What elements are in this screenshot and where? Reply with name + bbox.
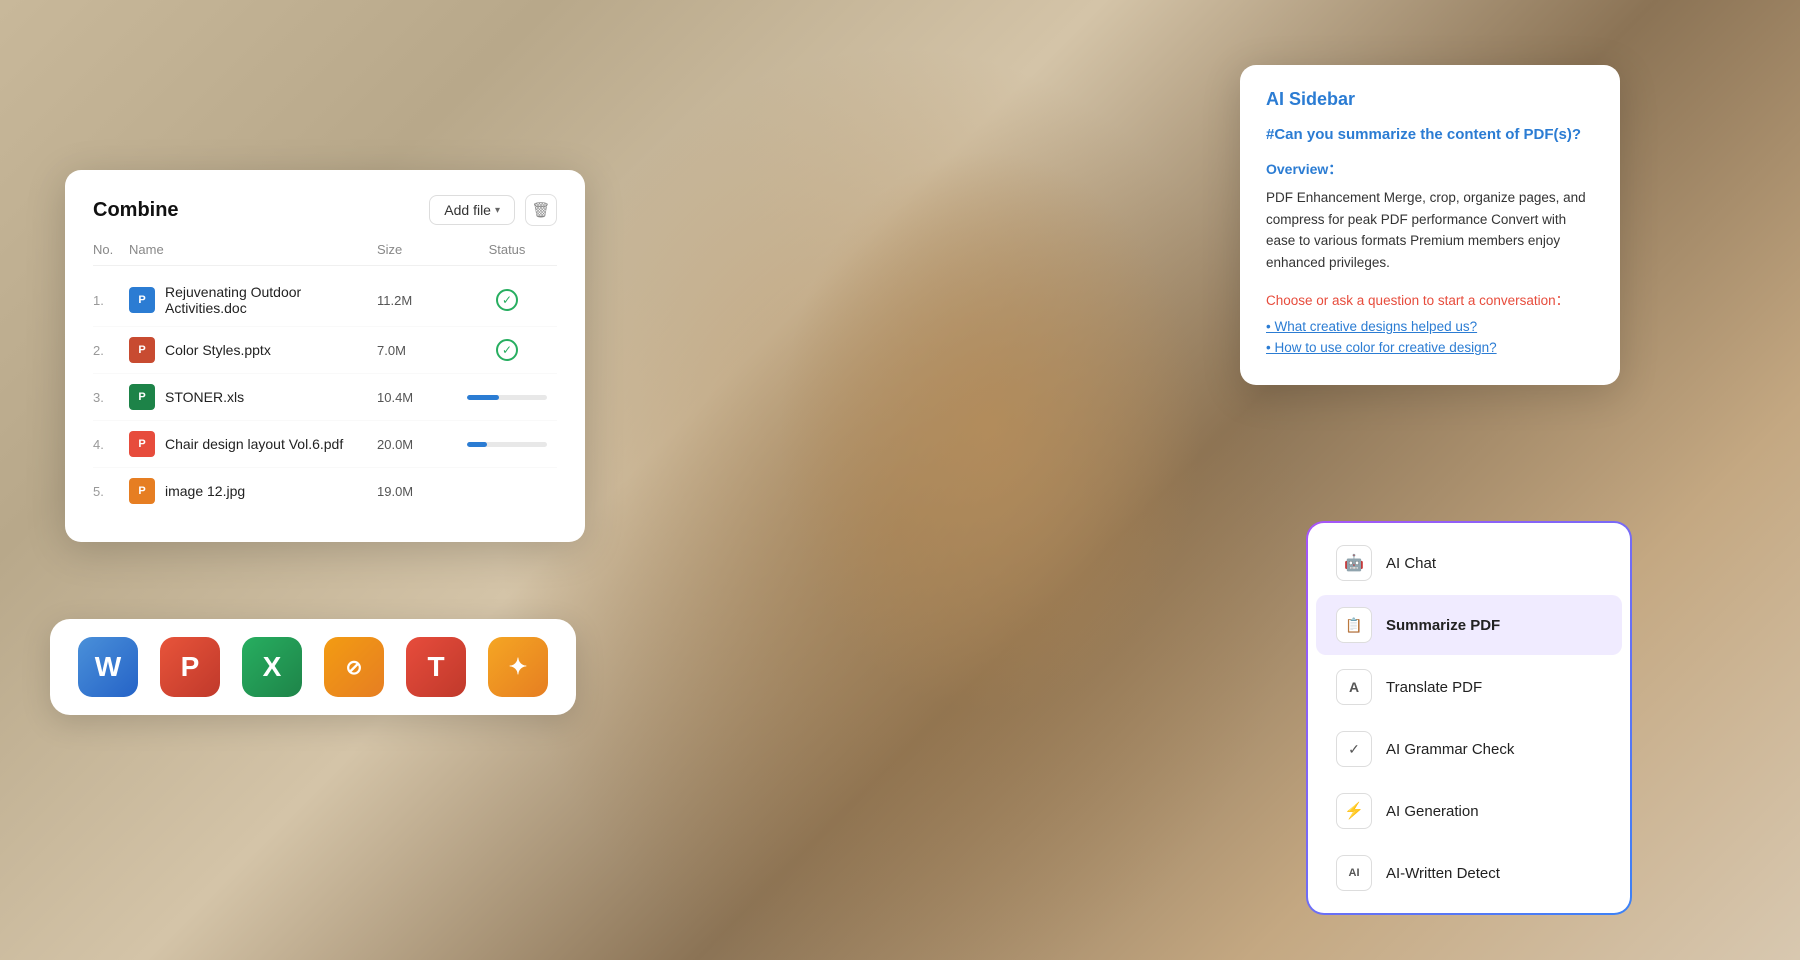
ai-link-2[interactable]: How to use color for creative design? [1266,340,1594,355]
ai-grammar-label: AI Grammar Check [1386,741,1514,758]
ai-overview-title: Overview： [1266,159,1594,179]
ai-chat-item-chat[interactable]: 🤖 AI Chat [1316,533,1622,593]
table-row: 1. P Rejuvenating Outdoor Activities.doc… [93,274,557,327]
ai-detect-label: AI-Written Detect [1386,865,1500,882]
status-done-icon: ✓ [496,339,518,361]
add-file-button[interactable]: Add file ▾ [429,195,515,225]
ai-chat-card: 🤖 AI Chat 📋 Summarize PDF A Translate PD… [1308,523,1630,913]
ai-detect-icon: AI [1336,855,1372,891]
table-row: 5. P image 12.jpg 19.0M [93,468,557,514]
ai-prompt-text: #Can you summarize the content of PDF(s)… [1266,126,1594,143]
ai-overview-text: PDF Enhancement Merge, crop, organize pa… [1266,187,1594,273]
combine-actions: Add file ▾ 🗑 [429,194,557,226]
ai-chat-card-wrapper: 🤖 AI Chat 📋 Summarize PDF A Translate PD… [1306,521,1632,915]
xls-icon: P [129,384,155,410]
ai-chat-item-generation[interactable]: ⚡ AI Generation [1316,781,1622,841]
ai-chat-item-translate[interactable]: A Translate PDF [1316,657,1622,717]
ai-chat-item-summarize[interactable]: 📋 Summarize PDF [1316,595,1622,655]
delete-button[interactable]: 🗑 [525,194,557,226]
ai-choose-text: Choose or ask a question to start a conv… [1266,289,1594,309]
table-row: 3. P STONER.xls 10.4M [93,374,557,421]
progress-bar [467,442,547,447]
excel-app-icon[interactable]: X [242,637,302,697]
pdf-icon: P [129,431,155,457]
ai-sidebar-card: AI Sidebar #Can you summarize the conten… [1240,65,1620,385]
ai-chat-item-grammar[interactable]: ✓ AI Grammar Check [1316,719,1622,779]
image-app-icon[interactable]: ✦ [488,637,548,697]
app-icons-bar: W P X ⊘ T ✦ [50,619,576,715]
ai-grammar-icon: ✓ [1336,731,1372,767]
text-app-icon[interactable]: T [406,637,466,697]
ppt-icon: P [129,337,155,363]
word-app-icon[interactable]: W [78,637,138,697]
chevron-down-icon: ▾ [495,205,500,216]
jpg-icon: P [129,478,155,504]
table-header: No. Name Size Status [93,242,557,266]
progress-bar [467,395,547,400]
pdf-edit-app-icon[interactable]: ⊘ [324,637,384,697]
doc-icon: P [129,287,155,313]
ai-chat-label: AI Chat [1386,555,1436,572]
status-done-icon: ✓ [496,289,518,311]
ai-chat-robot-icon: 🤖 [1336,545,1372,581]
ai-generation-icon: ⚡ [1336,793,1372,829]
ai-summarize-icon: 📋 [1336,607,1372,643]
combine-title: Combine [93,199,179,222]
powerpoint-app-icon[interactable]: P [160,637,220,697]
ai-chat-item-detect[interactable]: AI AI-Written Detect [1316,843,1622,903]
ai-translate-icon: A [1336,669,1372,705]
ai-generation-label: AI Generation [1386,803,1479,820]
table-row: 2. P Color Styles.pptx 7.0M ✓ [93,327,557,374]
ai-translate-label: Translate PDF [1386,679,1482,696]
ai-link-1[interactable]: What creative designs helped us? [1266,319,1594,334]
ai-sidebar-title: AI Sidebar [1266,89,1594,110]
table-row: 4. P Chair design layout Vol.6.pdf 20.0M [93,421,557,468]
combine-header: Combine Add file ▾ 🗑 [93,194,557,226]
ai-summarize-label: Summarize PDF [1386,617,1500,634]
combine-card: Combine Add file ▾ 🗑 No. Name Size Statu… [65,170,585,542]
